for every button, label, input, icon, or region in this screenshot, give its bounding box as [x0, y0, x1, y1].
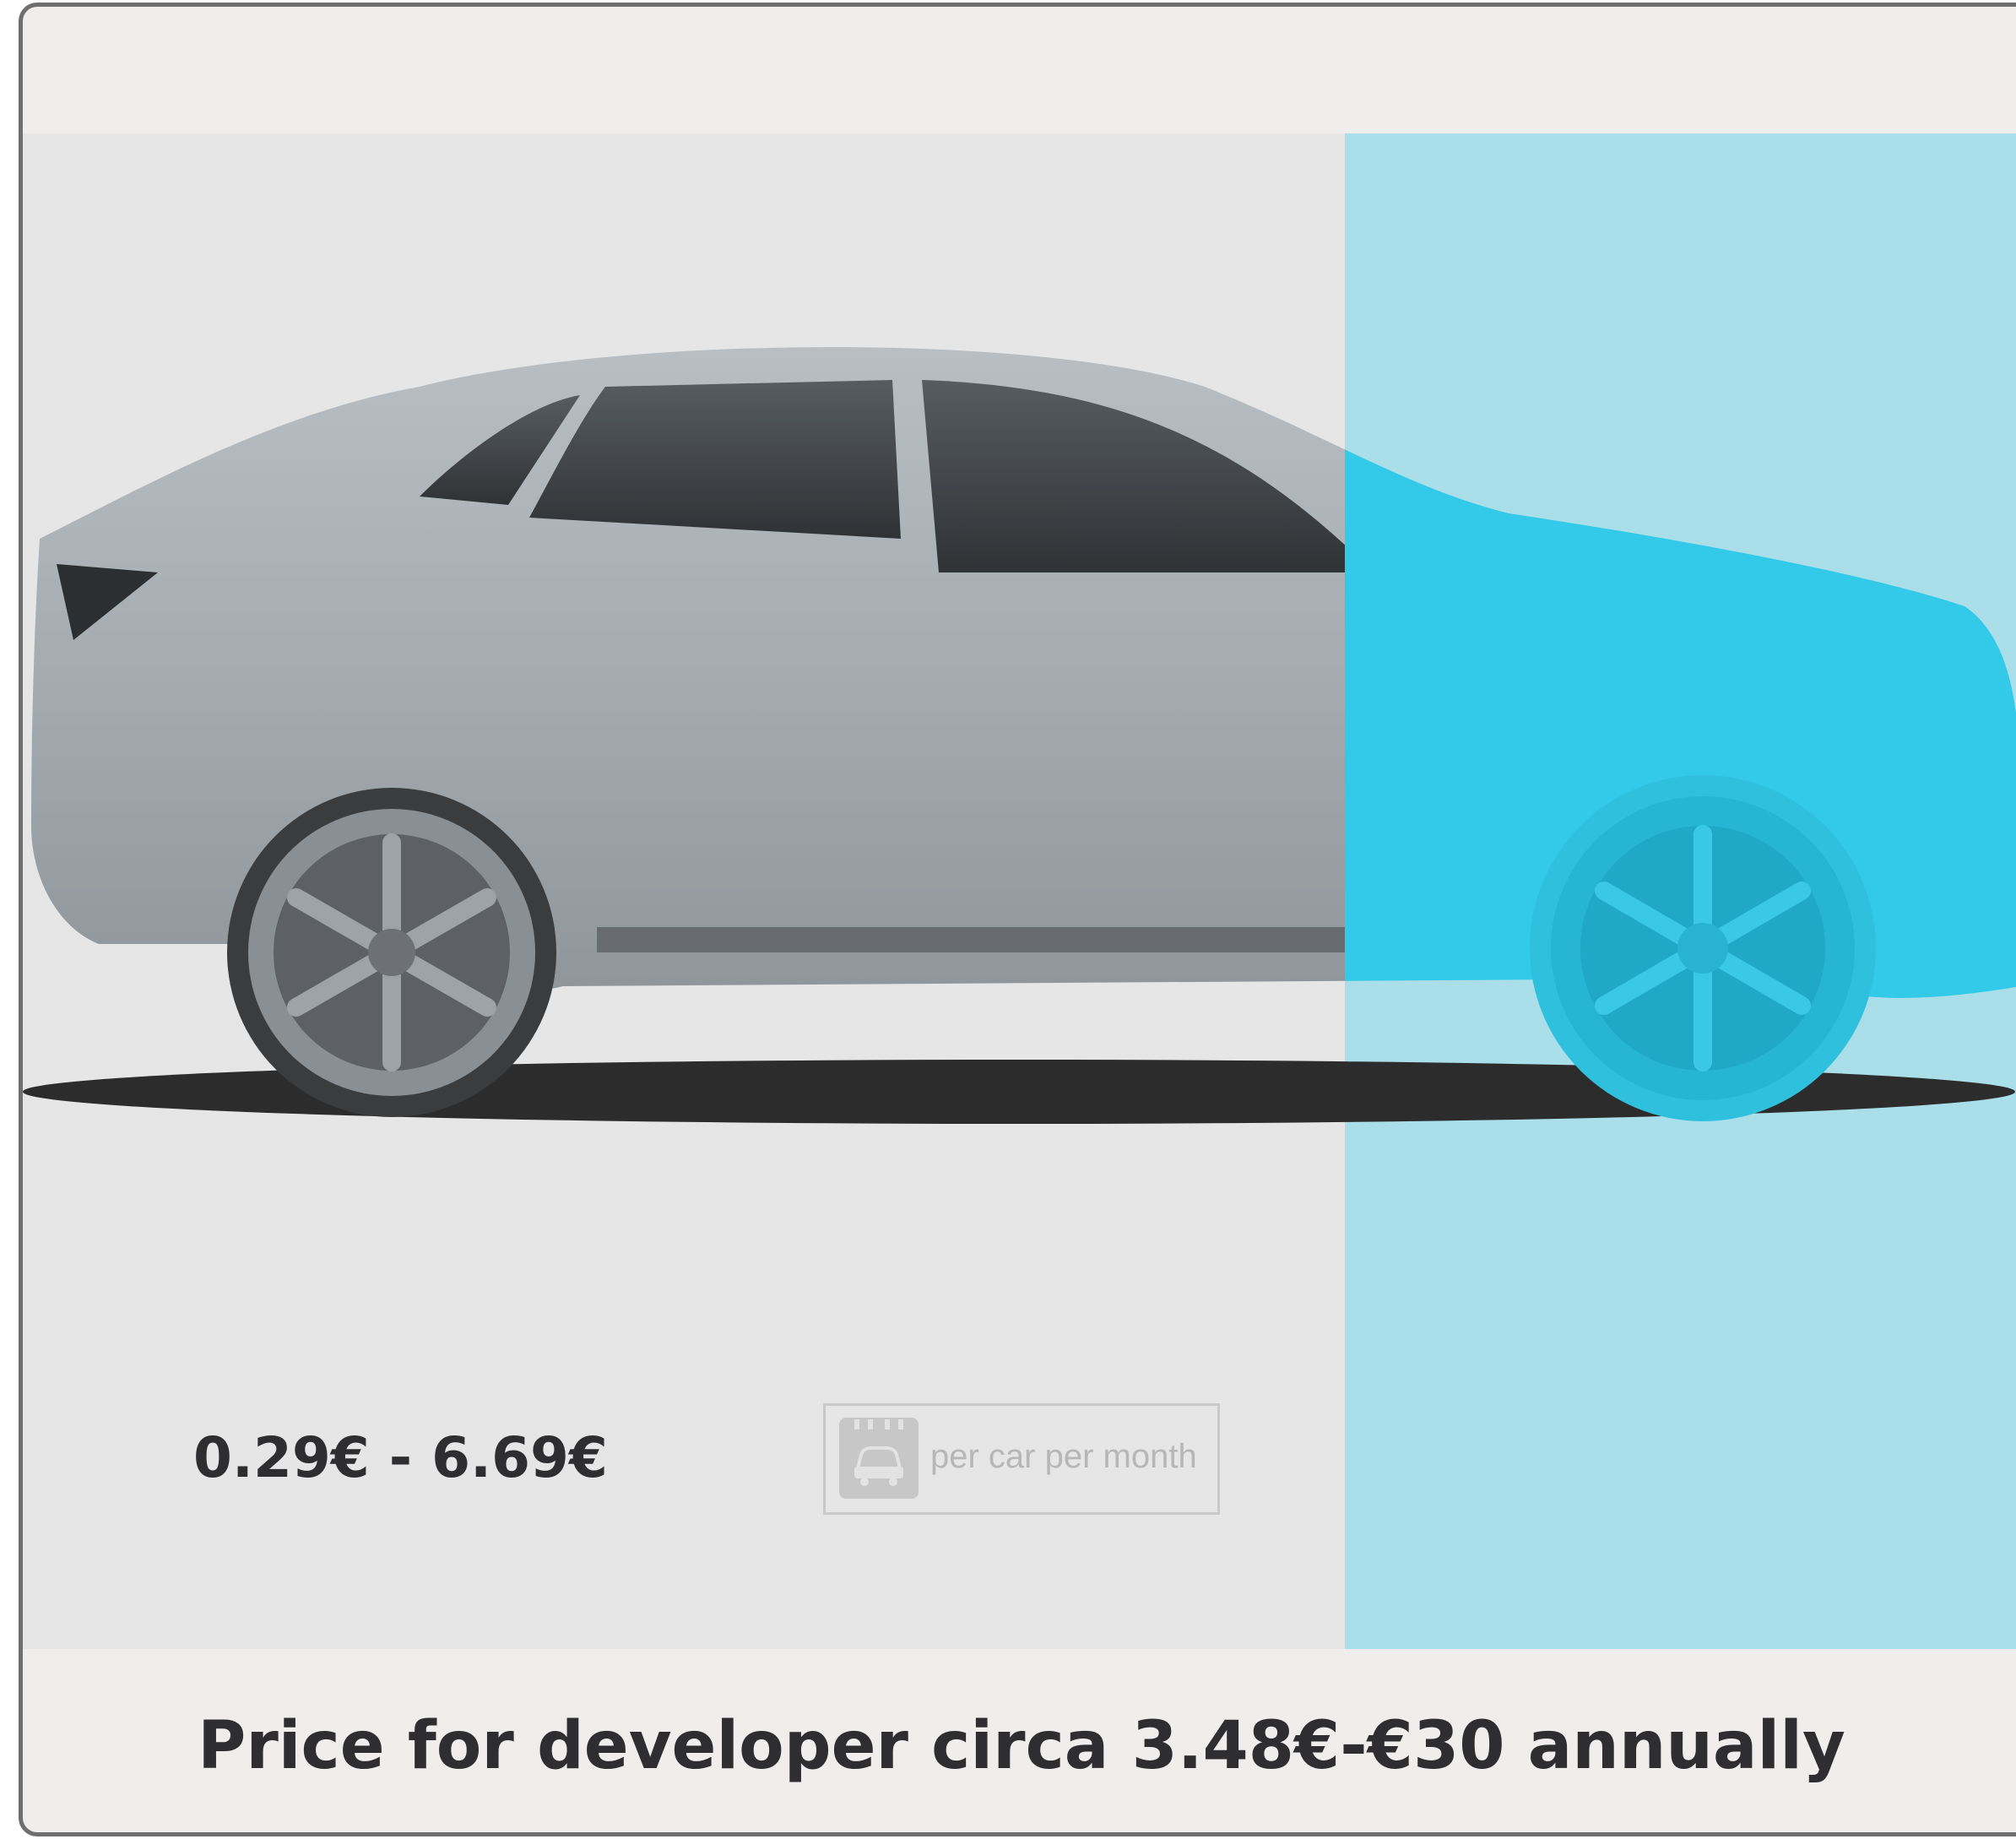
- front-wheel: [1530, 775, 1876, 1121]
- pricing-card: 0.29€ - 6.69€ per car per month Price fo…: [19, 3, 2016, 1836]
- price-range: 0.29€ - 6.69€: [193, 1425, 608, 1490]
- developer-price-caption: Price for developer circa 3.48€-€30 annu…: [198, 1708, 1845, 1784]
- per-car-per-month-badge: per car per month: [823, 1403, 1220, 1515]
- car-banner: 0.29€ - 6.69€ per car per month: [23, 133, 2016, 1649]
- rear-wheel: [227, 788, 556, 1117]
- per-car-per-month-label: per car per month: [930, 1438, 1197, 1475]
- car-calendar-icon: [839, 1418, 919, 1499]
